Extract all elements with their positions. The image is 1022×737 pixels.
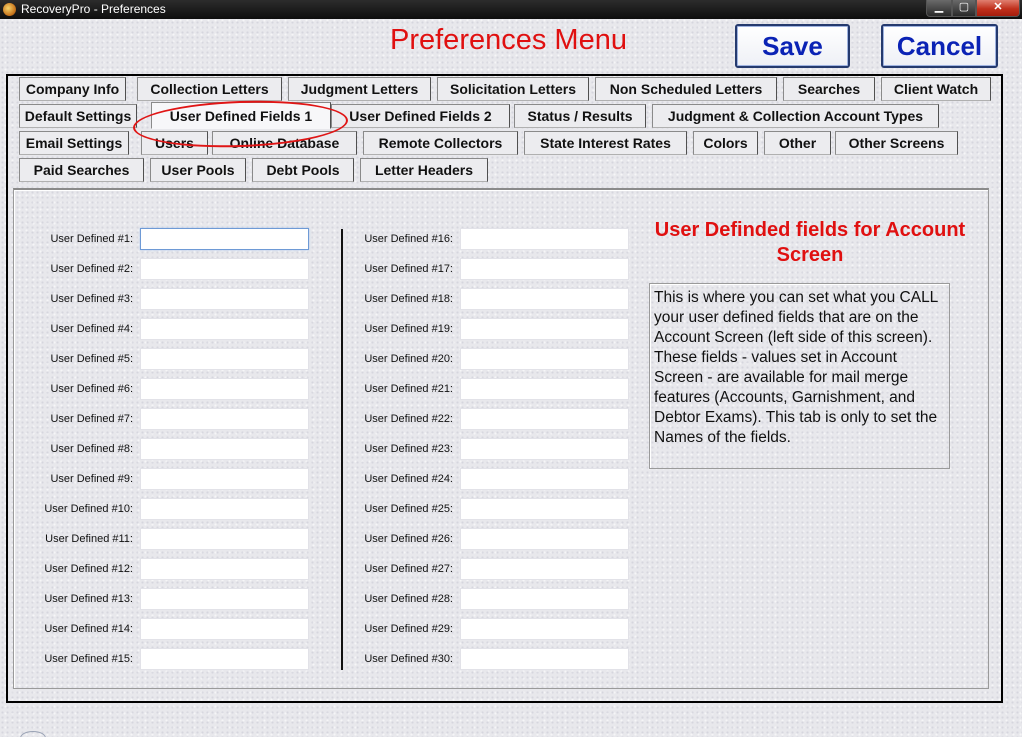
user-defined-24-label: User Defined #24: [364,473,453,485]
user-defined-21-label: User Defined #21: [364,383,453,395]
user-defined-17-label: User Defined #17: [364,263,453,275]
tab-online-database[interactable]: Online Database [212,131,357,155]
user-defined-20-input[interactable] [460,348,629,370]
user-defined-22-input[interactable] [460,408,629,430]
window-title: RecoveryPro - Preferences [21,2,166,16]
user-defined-23-label: User Defined #23: [364,443,453,455]
tab-colors[interactable]: Colors [693,131,758,155]
page-title: Preferences Menu [390,24,627,56]
tab-debt-pools[interactable]: Debt Pools [252,158,354,182]
minimize-icon[interactable]: ▁ [926,0,952,17]
tab-default-settings[interactable]: Default Settings [19,104,137,128]
tab-remote-collectors[interactable]: Remote Collectors [363,131,518,155]
title-bar: RecoveryPro - Preferences ▁ ▢ ✕ [0,0,1022,19]
tab-letter-headers[interactable]: Letter Headers [360,158,488,182]
tab-collection-letters[interactable]: Collection Letters [137,77,282,101]
user-defined-27-label: User Defined #27: [364,563,453,575]
tab-client-watch[interactable]: Client Watch [881,77,991,101]
user-defined-17-input[interactable] [460,258,629,280]
close-icon[interactable]: ✕ [976,0,1020,17]
tab-judgment-letters[interactable]: Judgment Letters [288,77,431,101]
tab-email-settings[interactable]: Email Settings [19,131,129,155]
user-defined-28-input[interactable] [460,588,629,610]
user-defined-27-input[interactable] [460,558,629,580]
maximize-icon[interactable]: ▢ [952,0,976,17]
user-defined-30-label: User Defined #30: [364,653,453,665]
tab-user-defined-fields-2[interactable]: User Defined Fields 2 [331,104,510,128]
tab-searches[interactable]: Searches [783,77,875,101]
user-defined-16-label: User Defined #16: [364,233,453,245]
tab-user-defined-fields-1[interactable]: User Defined Fields 1 [151,102,331,129]
info-box: This is where you can set what you CALL … [649,283,950,469]
tab-solicitation-letters[interactable]: Solicitation Letters [437,77,589,101]
app-icon [3,3,16,16]
save-button[interactable]: Save [735,24,850,68]
user-defined-18-input[interactable] [460,288,629,310]
user-defined-19-label: User Defined #19: [364,323,453,335]
info-text: This is where you can set what you CALL … [654,289,938,446]
user-defined-22-label: User Defined #22: [364,413,453,425]
user-defined-26-label: User Defined #26: [364,533,453,545]
column-divider [341,229,343,670]
user-defined-18-label: User Defined #18: [364,293,453,305]
tab-users[interactable]: Users [141,131,208,155]
tab-non-scheduled-letters[interactable]: Non Scheduled Letters [595,77,777,101]
user-defined-25-label: User Defined #25: [364,503,453,515]
tab-user-pools[interactable]: User Pools [150,158,246,182]
info-heading: User Definded fields for Account Screen [654,219,966,266]
user-defined-20-label: User Defined #20: [364,353,453,365]
tab-company-info[interactable]: Company Info [19,77,126,101]
user-defined-16-input[interactable] [460,228,629,250]
user-defined-29-input[interactable] [460,618,629,640]
cancel-button[interactable]: Cancel [881,24,998,68]
status-orb-icon [20,731,46,737]
tab-state-interest-rates[interactable]: State Interest Rates [524,131,687,155]
user-defined-30-input[interactable] [460,648,629,670]
tab-paid-searches[interactable]: Paid Searches [19,158,144,182]
window-controls: ▁ ▢ ✕ [926,0,1020,17]
user-defined-24-input[interactable] [460,468,629,490]
user-defined-23-input[interactable] [460,438,629,460]
user-defined-25-input[interactable] [460,498,629,520]
tab-judgment-collection-account-types[interactable]: Judgment & Collection Account Types [652,104,939,128]
user-defined-26-input[interactable] [460,528,629,550]
user-defined-29-label: User Defined #29: [364,623,453,635]
user-defined-19-input[interactable] [460,318,629,340]
tab-other[interactable]: Other [764,131,831,155]
user-defined-21-input[interactable] [460,378,629,400]
user-defined-28-label: User Defined #28: [364,593,453,605]
tab-status-results[interactable]: Status / Results [514,104,646,128]
tab-other-screens[interactable]: Other Screens [835,131,958,155]
